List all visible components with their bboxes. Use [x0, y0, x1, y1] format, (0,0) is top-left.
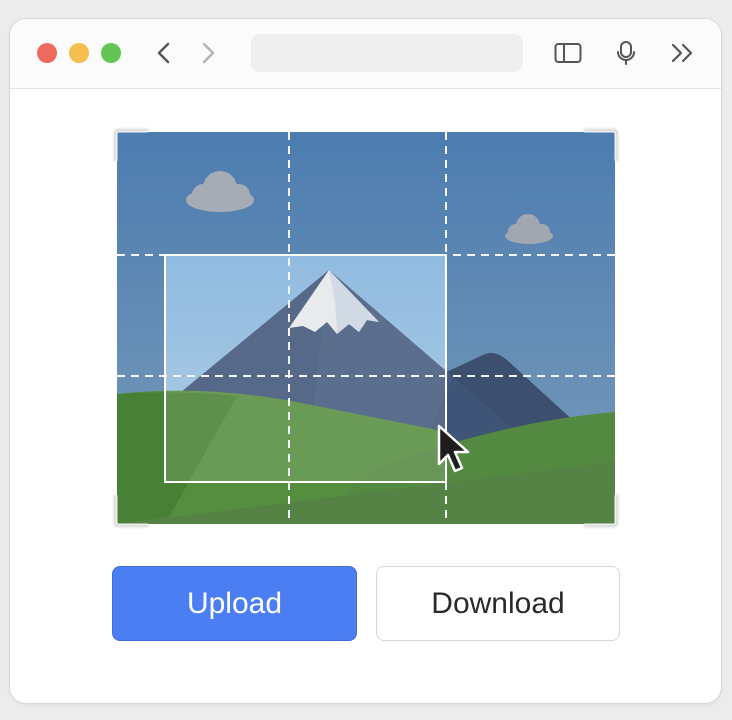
download-button[interactable]: Download	[376, 566, 620, 641]
double-chevron-right-icon	[671, 43, 693, 63]
forward-button[interactable]	[194, 39, 222, 67]
chevron-right-icon	[202, 42, 215, 64]
crop-handle-bottom-left[interactable]	[112, 493, 150, 529]
image-cropper[interactable]	[112, 127, 620, 529]
chevron-left-icon	[157, 42, 170, 64]
voice-button[interactable]	[612, 39, 640, 67]
upload-button-label: Upload	[186, 586, 283, 620]
crop-handle-bottom-right[interactable]	[582, 493, 620, 529]
close-window-button[interactable]	[37, 43, 57, 63]
crop-handle-top-left[interactable]	[112, 127, 150, 163]
upload-button[interactable]: Upload	[112, 566, 357, 641]
crop-handles	[112, 127, 620, 529]
download-button-label: Download	[431, 586, 565, 620]
sidebar-icon	[554, 43, 582, 63]
zoom-window-button[interactable]	[101, 43, 121, 63]
minimize-window-button[interactable]	[69, 43, 89, 63]
crop-handle-top-right[interactable]	[582, 127, 620, 163]
sidebar-toggle-button[interactable]	[554, 39, 582, 67]
mouse-cursor-icon	[437, 424, 470, 473]
browser-toolbar	[10, 19, 721, 89]
microphone-icon	[617, 41, 635, 65]
back-button[interactable]	[150, 39, 178, 67]
more-tools-button[interactable]	[669, 39, 697, 67]
browser-window: Upload Download	[10, 19, 721, 703]
address-bar[interactable]	[251, 34, 523, 72]
